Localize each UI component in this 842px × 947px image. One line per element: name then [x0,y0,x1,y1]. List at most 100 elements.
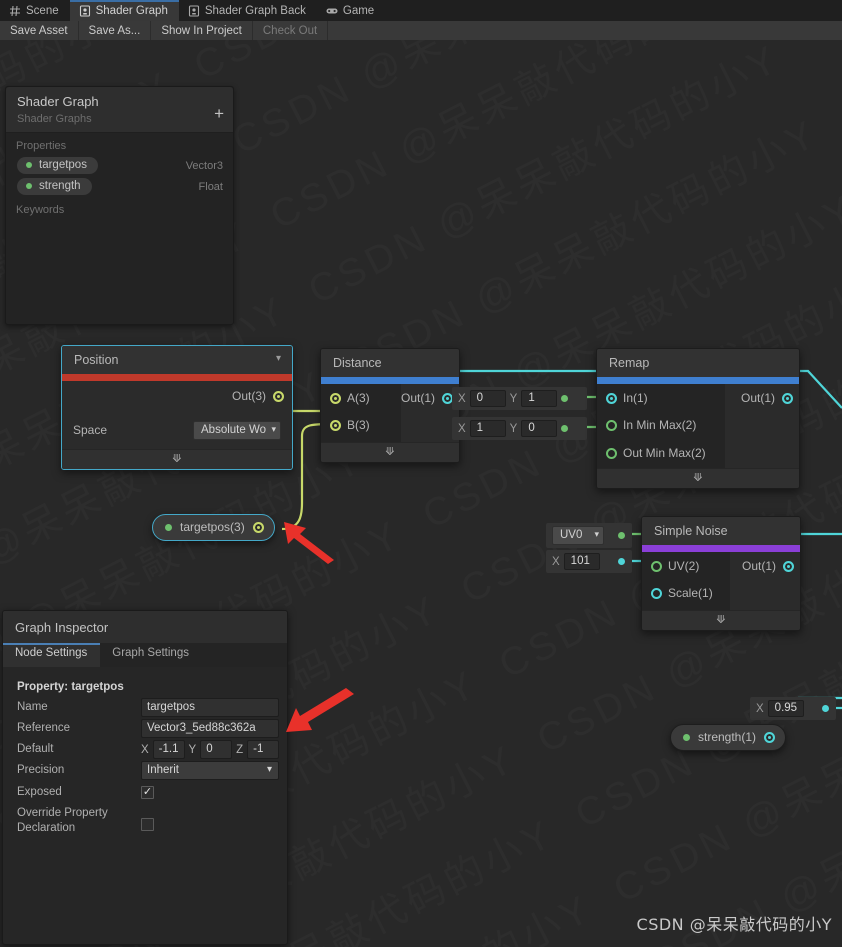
token-node-strength[interactable]: strength(1) [670,724,787,751]
node-collapse-footer[interactable]: ⟱ [321,442,459,462]
node-body: UV(2) Out(1) Scale(1) [642,552,800,610]
simple-noise-uv-widget[interactable]: UV0 [546,523,632,548]
chevron-down-icon[interactable]: ⟱ [716,615,725,626]
property-dot-icon [26,183,32,189]
field-row-reference: Reference Vector3_5ed88c362a [3,718,287,739]
chevron-down-icon[interactable]: ⟱ [385,447,394,458]
exposed-checkbox[interactable]: ✓ [141,785,154,799]
grid-icon [9,5,21,17]
field-label-override: Override Property Declaration [17,807,108,834]
vector2-dot-icon [561,425,569,432]
tab-game[interactable]: Game [317,0,385,21]
name-input[interactable]: targetpos [141,698,279,717]
simple-noise-scale-widget[interactable]: X 101 [546,550,632,573]
properties-section-header: Properties [16,140,67,152]
field-label-precision: Precision [17,764,65,776]
node-collapse-footer[interactable]: ⟱ [62,449,292,469]
field-label-name: Name [17,701,48,713]
node-title: Position ▾ [62,346,292,374]
tab-scene[interactable]: Scene [0,0,70,21]
property-row-targetpos[interactable]: targetpos Vector3 [6,155,233,176]
node-body: A(3) Out(1) B(3) [321,384,459,442]
strength-scale-widget[interactable]: X 0.95 [750,697,836,720]
input-port-icon[interactable] [330,393,341,404]
property-type: Vector3 [185,159,223,172]
tab-shader-graph[interactable]: Shader Graph [69,0,180,21]
token-node-targetpos[interactable]: targetpos(3) [152,514,275,541]
node-collapse-footer[interactable]: ⟱ [642,610,800,630]
remap-out-min-max-widget[interactable]: X 1 Y 0 [452,417,587,440]
output-port-icon[interactable] [783,561,794,572]
input-port-icon[interactable] [330,420,341,431]
in-min-field[interactable]: 0 [469,390,506,407]
input-port-icon[interactable] [606,393,617,404]
node-collapse-footer[interactable]: ⟱ [597,468,799,488]
graph-canvas[interactable]: CSDN @呆呆敲代码的小Y CSDN @呆呆敲代码的小Y CSDN @呆呆敲代… [0,40,842,947]
port-label-in: In(1) [623,391,648,405]
value-field[interactable]: 0.95 [767,700,805,717]
output-port-icon[interactable] [273,391,284,402]
chevron-down-icon[interactable]: ⟱ [172,454,181,465]
scale-field[interactable]: 101 [563,553,600,570]
node-distance[interactable]: Distance A(3) Out(1) B(3) ⟱ [320,348,460,463]
input-port-icon[interactable] [606,448,617,459]
node-remap[interactable]: Remap In(1) Out(1) In Min Max(2) Out Min… [596,348,800,489]
chevron-down-icon[interactable]: ⟱ [693,473,702,484]
port-label-a: A(3) [347,391,370,405]
uv-channel-dropdown[interactable]: UV0 [552,526,604,545]
tab-graph-settings[interactable]: Graph Settings [100,643,202,667]
chevron-down-icon[interactable]: ▾ [276,353,281,364]
annotation-arrow-targetpos [284,522,334,564]
precision-dropdown[interactable]: Inherit [141,761,279,780]
default-y-input[interactable]: 0 [200,740,233,759]
node-accent-bar [62,374,292,381]
tab-label: Scene [26,4,59,17]
default-x-input[interactable]: -1.1 [152,740,185,759]
node-title-text: Simple Noise [654,524,728,538]
property-pill[interactable]: targetpos [17,157,98,174]
blackboard-panel[interactable]: Shader Graph Shader Graphs + Properties … [5,86,234,325]
port-row-a: A(3) Out(1) [321,385,461,411]
input-port-icon[interactable] [651,561,662,572]
node-simple-noise[interactable]: Simple Noise UV(2) Out(1) Scale(1) ⟱ [641,516,801,631]
reference-input[interactable]: Vector3_5ed88c362a [141,719,279,738]
tab-shader-graph-back[interactable]: Shader Graph Back [179,0,317,21]
show-in-project-button[interactable]: Show In Project [151,21,253,40]
graph-inspector-panel[interactable]: Graph Inspector Node Settings Graph Sett… [2,610,288,945]
tab-node-settings[interactable]: Node Settings [3,643,101,667]
node-position[interactable]: Position ▾ Out(3) Space Absolute Wo ⟱ [61,345,293,470]
blackboard-header: Shader Graph Shader Graphs + [6,87,233,133]
property-row-strength[interactable]: strength Float [6,176,233,197]
port-row-in-min-max: In Min Max(2) [597,412,801,438]
port-row-in: In(1) Out(1) [597,385,801,411]
node-accent-bar [321,377,459,384]
field-label-reference: Reference [17,722,71,734]
shadergraph-icon [79,4,91,17]
output-port-icon[interactable] [764,731,776,743]
output-port-icon[interactable] [782,393,793,404]
node-body: Out(3) Space Absolute Wo [62,381,292,449]
space-dropdown[interactable]: Absolute Wo [193,420,281,440]
field-row-precision: Precision Inherit [3,760,287,781]
default-vector-input: X -1.1 Y 0 Z -1 [141,740,279,759]
toolbar-filler [328,21,842,40]
out-min-field[interactable]: 1 [469,420,506,437]
out-max-field[interactable]: 0 [521,420,558,437]
tabbar-filler [385,0,842,21]
remap-in-min-max-widget[interactable]: X 0 Y 1 [452,387,587,410]
node-title: Distance [321,349,459,377]
tab-label: Shader Graph Back [204,4,306,17]
save-as-button[interactable]: Save As... [79,21,152,40]
default-z-input[interactable]: -1 [247,740,279,759]
add-property-button[interactable]: + [214,105,224,122]
input-port-icon[interactable] [606,420,617,431]
blackboard-title: Shader Graph [17,94,99,109]
input-port-icon[interactable] [651,588,662,599]
output-port-icon[interactable] [252,521,264,533]
vector2-dot-icon [618,532,625,539]
in-max-field[interactable]: 1 [521,390,558,407]
property-pill[interactable]: strength [17,178,92,195]
save-asset-button[interactable]: Save Asset [0,21,79,40]
property-dot-icon [26,162,32,168]
override-checkbox[interactable] [141,818,154,831]
